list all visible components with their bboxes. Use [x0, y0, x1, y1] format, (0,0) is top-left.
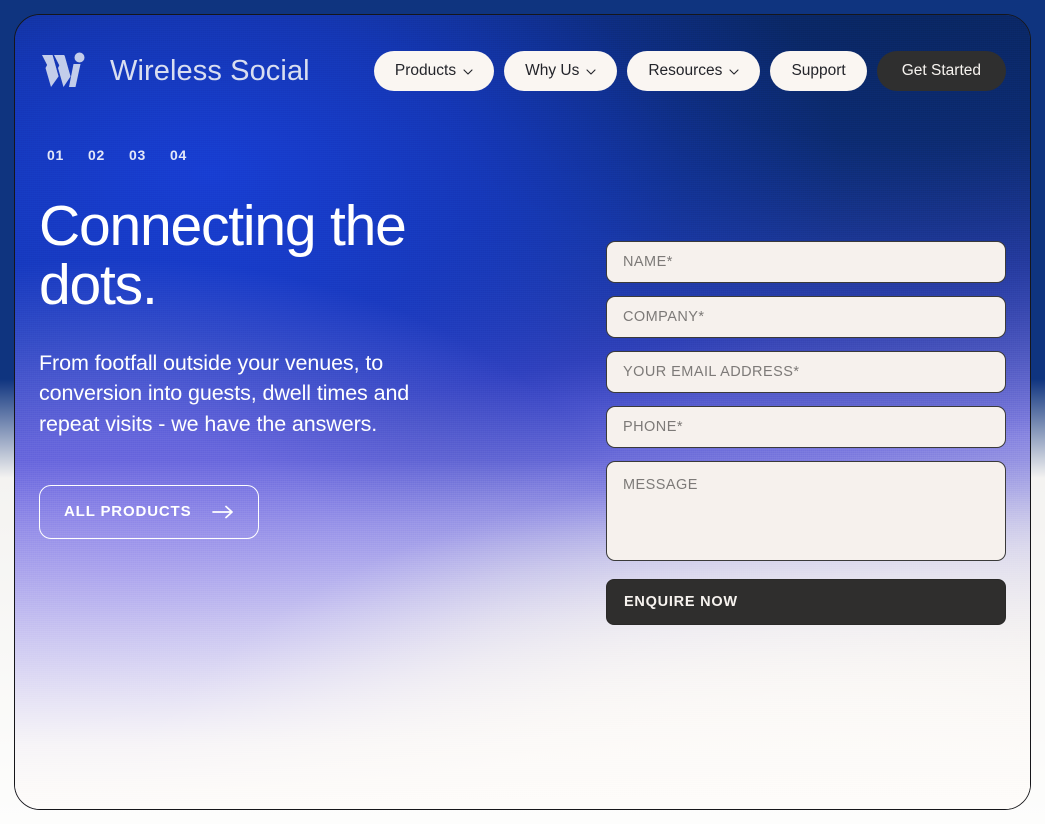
- hero-panel: Wireless Social Products Why Us Resource…: [14, 14, 1031, 810]
- page-title: Connecting the dots.: [39, 194, 407, 317]
- slide-indicator-01[interactable]: 01: [41, 143, 70, 167]
- slide-indicator-03[interactable]: 03: [123, 143, 152, 167]
- message-field[interactable]: [606, 461, 1006, 561]
- nav-item-products-label: Products: [394, 62, 457, 79]
- phone-field[interactable]: [606, 406, 1006, 448]
- slide-indicator-02[interactable]: 02: [82, 143, 111, 167]
- slide-indicator-04[interactable]: 04: [164, 143, 193, 167]
- nav-item-support-label: Support: [791, 62, 846, 79]
- chevron-down-icon: [463, 66, 473, 77]
- name-field[interactable]: [606, 241, 1006, 283]
- chevron-down-icon: [729, 66, 739, 77]
- site-header: Wireless Social Products Why Us Resource…: [15, 15, 1030, 127]
- nav-item-get-started-label: Get Started: [901, 62, 981, 79]
- nav-item-resources[interactable]: Resources: [627, 51, 761, 91]
- nav-item-products[interactable]: Products: [373, 51, 495, 91]
- enquiry-form: ENQUIRE NOW: [606, 241, 1006, 625]
- company-field[interactable]: [606, 296, 1006, 338]
- nav-item-why-us-label: Why Us: [525, 62, 580, 79]
- brand-logo-link[interactable]: Wireless Social: [41, 52, 310, 90]
- slide-indicators: 01 02 03 04: [41, 143, 193, 167]
- main-navigation: Products Why Us Resources Support Get St…: [373, 51, 1006, 91]
- hero-copy: Connecting the dots. From footfall outsi…: [39, 197, 479, 539]
- email-field[interactable]: [606, 351, 1006, 393]
- all-products-button-label: ALL PRODUCTS: [64, 503, 192, 521]
- chevron-down-icon: [586, 66, 596, 77]
- wireless-social-w-mark-icon: [41, 52, 93, 90]
- arrow-right-icon: [212, 505, 234, 519]
- all-products-button[interactable]: ALL PRODUCTS: [39, 484, 260, 539]
- hero-subtitle: From footfall outside your venues, to co…: [39, 350, 410, 436]
- enquire-now-button[interactable]: ENQUIRE NOW: [606, 579, 1006, 625]
- nav-item-get-started[interactable]: Get Started: [876, 51, 1006, 91]
- nav-item-support[interactable]: Support: [770, 51, 867, 91]
- brand-name: Wireless Social: [110, 54, 310, 87]
- nav-item-resources-label: Resources: [648, 62, 723, 79]
- nav-item-why-us[interactable]: Why Us: [504, 51, 618, 91]
